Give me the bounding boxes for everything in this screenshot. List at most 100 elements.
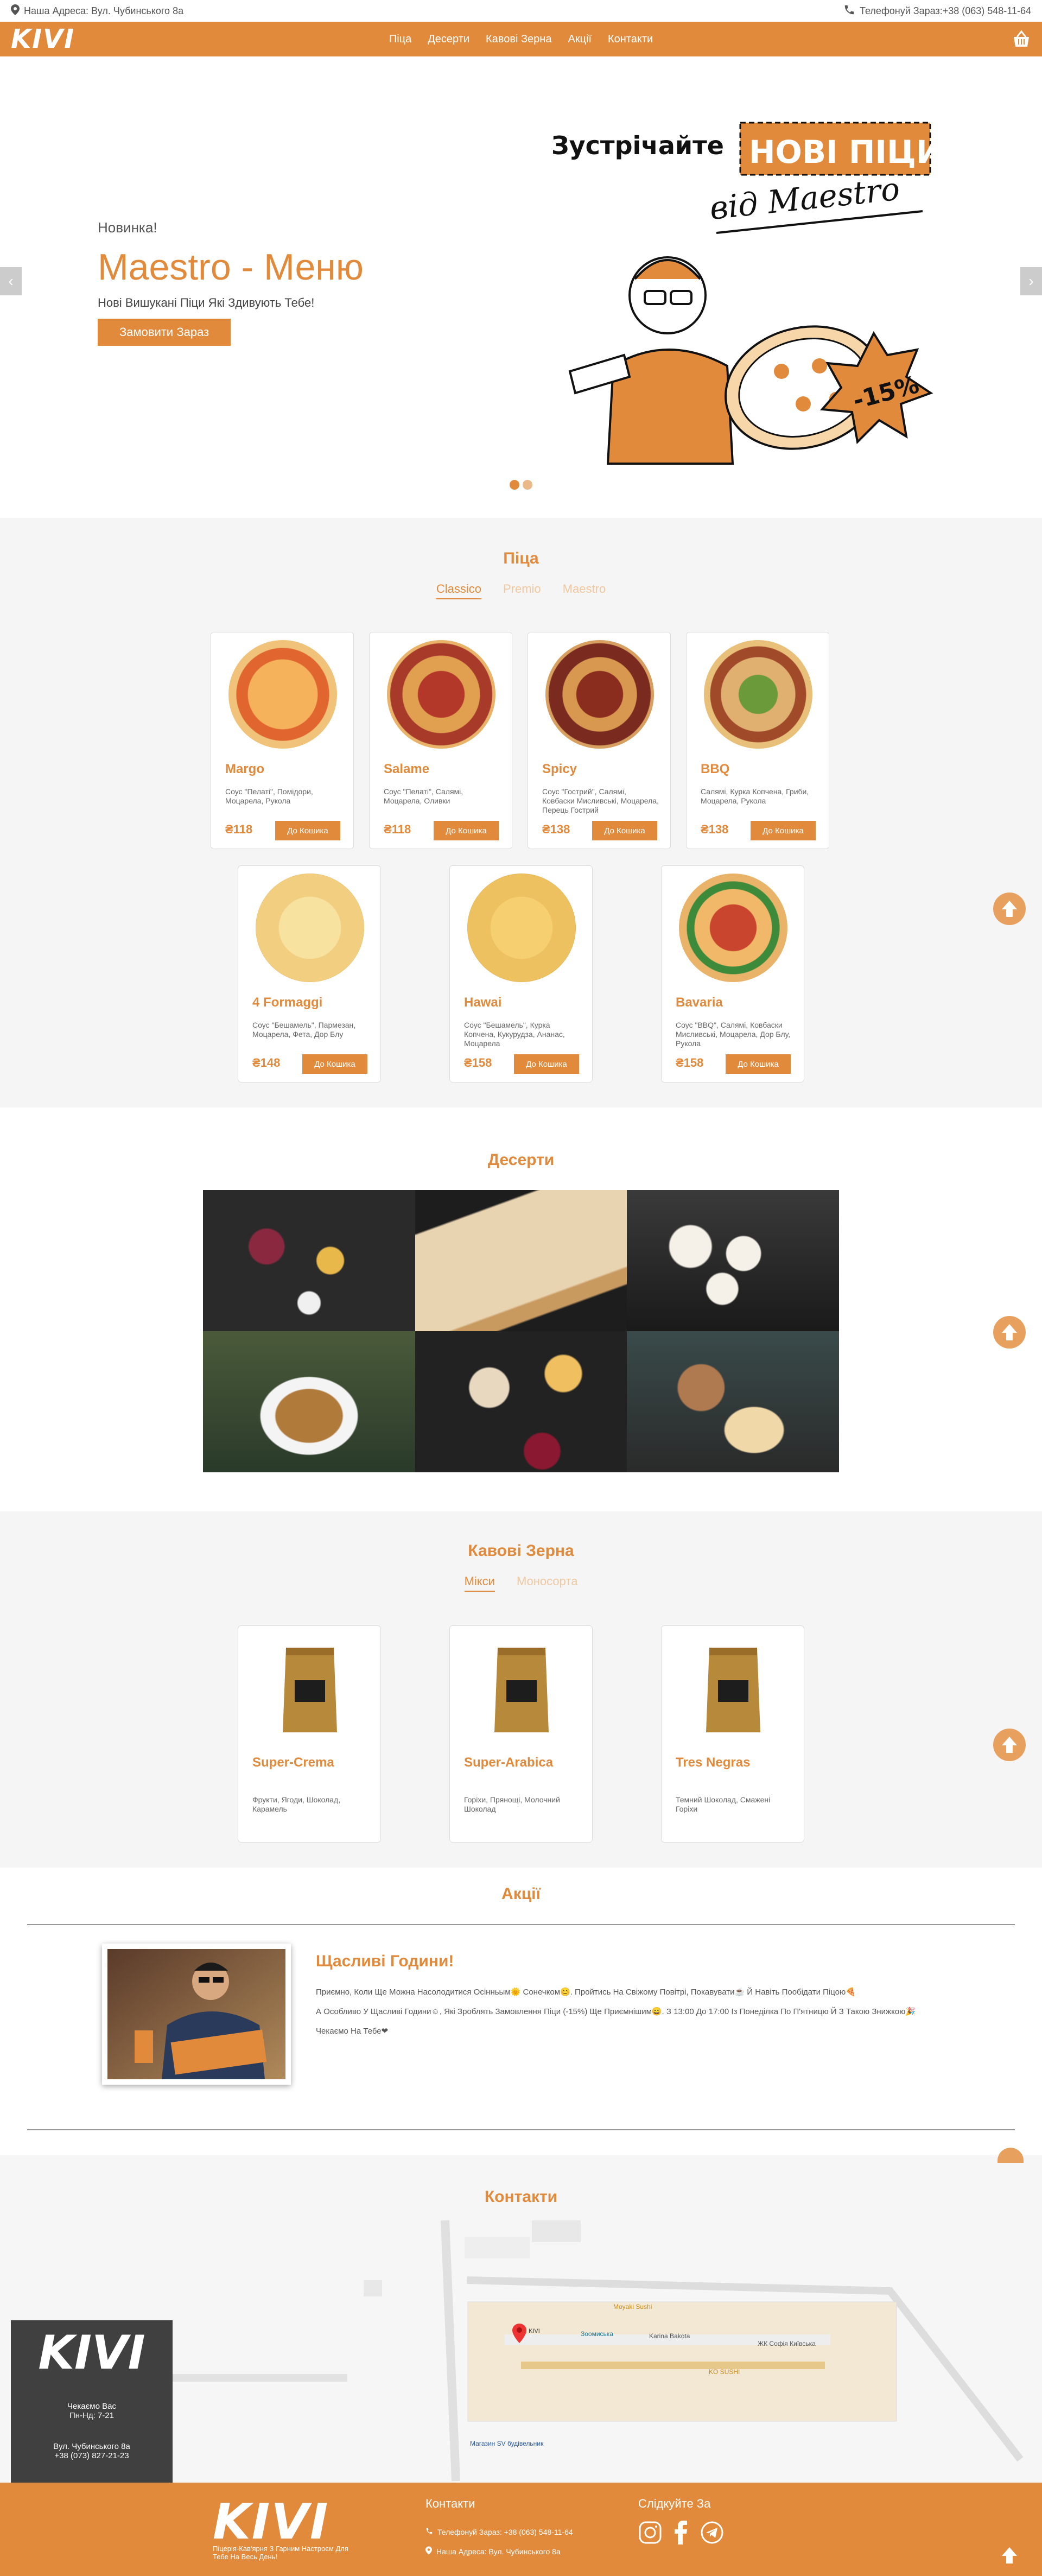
tab-mixes[interactable]: Мікси bbox=[464, 1574, 495, 1592]
currency-symbol: ₴ bbox=[542, 822, 550, 836]
add-to-cart-button[interactable]: До Кошика bbox=[302, 1054, 367, 1074]
nav-item-coffee[interactable]: Кавові Зерна bbox=[486, 33, 551, 46]
tab-classico[interactable]: Classico bbox=[436, 582, 481, 599]
add-to-cart-button[interactable]: До Кошика bbox=[726, 1054, 791, 1074]
dessert-image[interactable] bbox=[203, 1190, 415, 1331]
coffee-card: Super-Crema Фрукти, Ягоди, Шоколад, Кара… bbox=[238, 1625, 381, 1843]
currency-symbol: ₴ bbox=[384, 822, 392, 836]
coffee-name: Super-Crema bbox=[252, 1755, 334, 1770]
slider-next-button[interactable]: › bbox=[1020, 267, 1042, 295]
pizza-card: 4 Formaggi Соус "Бешамель", Пармезан, Мо… bbox=[238, 865, 381, 1083]
promo-section: Акції Щасливі Години! Приємно, Коли Ще М… bbox=[0, 1868, 1042, 2155]
facebook-icon[interactable] bbox=[673, 2521, 689, 2545]
footer-contacts-title: Контакти bbox=[425, 2497, 475, 2510]
slider-dot-2[interactable] bbox=[523, 480, 532, 490]
add-to-cart-button[interactable]: До Кошика bbox=[275, 821, 340, 840]
nav-item-desserts[interactable]: Десерти bbox=[428, 33, 469, 46]
pizza-image-salame bbox=[387, 640, 495, 749]
hero-title: Maestro - Меню bbox=[98, 246, 364, 288]
hero-slider: ‹ › Новинка! Maestro - Меню Нові Вишукан… bbox=[0, 56, 1042, 518]
add-to-cart-button[interactable]: До Кошика bbox=[751, 821, 816, 840]
dessert-image[interactable] bbox=[415, 1190, 627, 1331]
phone-info[interactable]: Телефонуй Зараз:+38 (063) 548-11-64 bbox=[843, 4, 1031, 18]
price-value: 148 bbox=[260, 1056, 281, 1069]
desserts-section-title: Десерти bbox=[487, 1151, 555, 1169]
scroll-top-button[interactable] bbox=[993, 1729, 1026, 1761]
coffee-name: Tres Negras bbox=[676, 1755, 751, 1770]
pizza-description: Соус "Бешамель", Курка Копчена, Кукурудз… bbox=[464, 1021, 565, 1048]
price-value: 118 bbox=[233, 822, 253, 836]
pizza-description: Соус "Гострий", Салямі, Ковбаски Мисливс… bbox=[542, 787, 659, 814]
price-value: 138 bbox=[708, 822, 729, 836]
pizza-name: Hawai bbox=[464, 995, 502, 1010]
pizza-price: ₴118 bbox=[384, 822, 411, 837]
coffee-description: Фрукти, Ягоди, Шоколад, Карамель bbox=[252, 1795, 341, 1813]
nav-item-pizza[interactable]: Піца bbox=[389, 33, 411, 46]
map-pin-kivi[interactable]: KIVI bbox=[512, 2324, 540, 2346]
slider-dots bbox=[510, 480, 532, 490]
footer: KIVI Піцерія-Кав'ярня З Гарним Настроєм … bbox=[0, 2483, 1042, 2576]
add-to-cart-button[interactable]: До Кошика bbox=[434, 821, 499, 840]
dessert-image[interactable] bbox=[627, 1190, 839, 1331]
footer-logo[interactable]: KIVI bbox=[213, 2493, 329, 2550]
scroll-top-button[interactable] bbox=[993, 893, 1026, 925]
slider-prev-button[interactable]: ‹ bbox=[0, 267, 22, 295]
nav-item-contacts[interactable]: Контакти bbox=[608, 33, 653, 46]
price-value: 118 bbox=[391, 822, 411, 836]
map-label: Зоомиська bbox=[581, 2330, 613, 2338]
telegram-icon[interactable] bbox=[700, 2521, 724, 2545]
box-phone: +38 (073) 827-21-23 bbox=[54, 2451, 129, 2460]
footer-tagline: Піцерія-Кав'ярня З Гарним Настроєм Для Т… bbox=[213, 2545, 348, 2561]
pizza-card: Salame Соус "Пелаті", Салямі, Моцарела, … bbox=[369, 632, 512, 849]
footer-phone[interactable]: Телефонуй Зараз: +38 (063) 548-11-64 bbox=[425, 2527, 573, 2536]
pizza-section: Піца Classico Premio Maestro Margo Соус … bbox=[0, 518, 1042, 1107]
chevron-left-icon: ‹ bbox=[8, 273, 14, 289]
map-label: KO SUSHI bbox=[709, 2368, 740, 2376]
divider bbox=[27, 2129, 1015, 2130]
divider bbox=[27, 1924, 1015, 1925]
hero-art-line1: Зустрічайте bbox=[551, 131, 724, 160]
pizza-price: ₴118 bbox=[225, 822, 252, 837]
contacts-section: Контакти KIVI Moyaki Sushi Зоомиська Kar… bbox=[0, 2148, 1042, 2483]
pizza-tabs: Classico Premio Maestro bbox=[0, 582, 1042, 599]
arrow-up-icon bbox=[1002, 1737, 1017, 1753]
tab-maestro[interactable]: Maestro bbox=[563, 582, 606, 599]
dessert-image[interactable] bbox=[415, 1331, 627, 1472]
arrow-up-icon bbox=[1002, 901, 1017, 917]
instagram-icon[interactable] bbox=[638, 2521, 662, 2545]
coffee-description: Темний Шоколад, Смажені Горіхи bbox=[676, 1795, 771, 1813]
nav-item-promo[interactable]: Акції bbox=[568, 33, 592, 46]
hours-title: Чекаємо Вас bbox=[67, 2402, 116, 2411]
coffee-card: Tres Negras Темний Шоколад, Смажені Горі… bbox=[661, 1625, 804, 1843]
scroll-top-button[interactable] bbox=[993, 1316, 1026, 1349]
main-navbar: KIVI Піца Десерти Кавові Зерна Акції Кон… bbox=[0, 22, 1042, 56]
price-value: 138 bbox=[550, 822, 570, 836]
map-label: Moyaki Sushi bbox=[613, 2303, 652, 2311]
top-info-bar: Наша Адреса: Вул. Чубинського 8а Телефон… bbox=[0, 0, 1042, 22]
pizza-image-margo bbox=[228, 640, 337, 749]
promo-card-title: Щасливі Години! bbox=[316, 1952, 454, 1970]
slider-dot-1[interactable] bbox=[510, 480, 519, 490]
footer-contacts: Контакти Телефонуй Зараз: +38 (063) 548-… bbox=[425, 2497, 573, 2556]
pizza-name: Margo bbox=[225, 762, 264, 776]
tab-single-origin[interactable]: Моносорта bbox=[517, 1574, 578, 1592]
add-to-cart-button[interactable]: До Кошика bbox=[514, 1054, 579, 1074]
promo-text-line: А Особливо У Щасливі Години☺, Які Зробля… bbox=[316, 2007, 916, 2016]
basket-icon bbox=[1014, 30, 1029, 47]
footer-address-text: Наша Адреса: Вул. Чубинського 8а bbox=[436, 2547, 561, 2556]
phone-icon bbox=[843, 4, 855, 18]
brand-logo[interactable]: KIVI bbox=[11, 24, 75, 54]
add-to-cart-button[interactable]: До Кошика bbox=[592, 821, 657, 840]
footer-follow-title: Слідкуйте За bbox=[638, 2497, 711, 2510]
coffee-card: Super-Arabica Горіхи, Прянощі, Молочний … bbox=[449, 1625, 593, 1843]
pizza-price: ₴138 bbox=[701, 822, 728, 837]
dessert-image[interactable] bbox=[203, 1331, 415, 1472]
pizza-card: Bavaria Соус "BBQ", Салямі, Ковбаски Мис… bbox=[661, 865, 804, 1083]
cart-button[interactable] bbox=[1012, 30, 1031, 50]
scroll-top-button[interactable] bbox=[993, 2539, 1026, 2572]
tab-premio[interactable]: Premio bbox=[503, 582, 541, 599]
dessert-image[interactable] bbox=[627, 1331, 839, 1472]
coffee-description: Горіхи, Прянощі, Молочний Шоколад bbox=[464, 1795, 560, 1813]
footer-social: Слідкуйте За bbox=[638, 2497, 724, 2545]
order-now-button[interactable]: Замовити Зараз bbox=[98, 319, 231, 346]
